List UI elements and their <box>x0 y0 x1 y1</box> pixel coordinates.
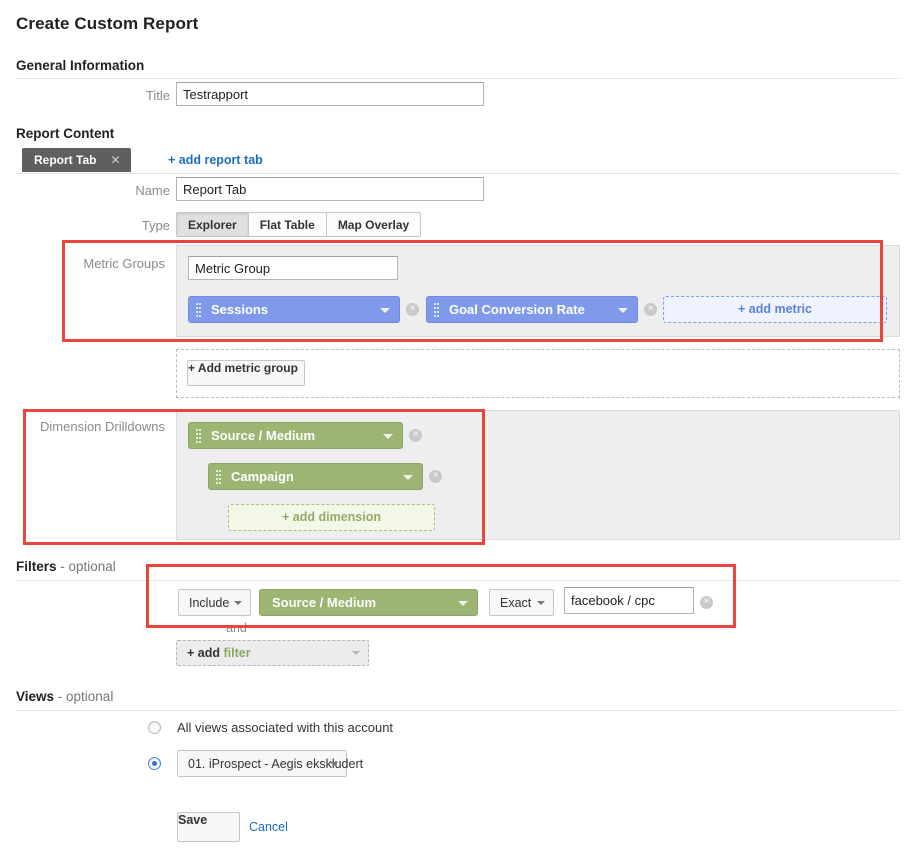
add-report-tab-link[interactable]: + add report tab <box>168 148 263 172</box>
type-label: Type <box>141 218 170 233</box>
radio-all-views-label: All views associated with this account <box>177 720 394 735</box>
filter-match-type-dropdown[interactable]: Exact <box>489 589 554 616</box>
report-title-input[interactable] <box>176 82 484 106</box>
remove-metric-sessions-button[interactable]: × <box>406 303 419 316</box>
chevron-down-icon[interactable] <box>403 474 413 480</box>
section-heading-filters: Filters - optional <box>16 559 116 574</box>
filter-include-dropdown-value: Include <box>189 595 230 610</box>
section-heading-general-information-text: General Information <box>16 58 145 73</box>
dimension-drilldowns-label: Dimension Drilldowns <box>40 419 165 434</box>
report-type-toggle-group: Explorer Flat Table Map Overlay <box>176 212 422 237</box>
tab-name-input[interactable] <box>176 177 484 201</box>
tab-name-label: Name <box>135 183 170 198</box>
metric-groups-label: Metric Groups <box>83 256 165 271</box>
metric-chip-sessions[interactable]: Sessions <box>188 296 400 323</box>
chevron-down-icon[interactable] <box>618 307 628 313</box>
filter-and-text: and <box>226 621 247 635</box>
section-heading-report-content: Report Content <box>16 126 114 141</box>
chevron-down-icon[interactable] <box>458 600 468 606</box>
remove-metric-goal-conversion-rate-button[interactable]: × <box>644 303 657 316</box>
remove-filter-button[interactable]: × <box>700 596 713 609</box>
metric-chip-goal-conversion-rate-label: Goal Conversion Rate <box>449 302 585 317</box>
close-icon[interactable]: ✕ <box>110 148 120 172</box>
section-heading-views: Views - optional <box>16 689 113 704</box>
report-tab-strip: Report Tab ✕ + add report tab <box>16 148 900 174</box>
report-tab-pill-label: Report Tab <box>34 153 97 167</box>
filter-dimension-chip[interactable]: Source / Medium <box>259 589 478 616</box>
remove-dimension-source-medium-button[interactable]: × <box>409 429 422 442</box>
filter-dimension-chip-label: Source / Medium <box>272 595 377 610</box>
view-select-dropdown[interactable]: 01. iProspect - Aegis ekskludert <box>177 750 363 777</box>
metric-chip-sessions-label: Sessions <box>211 302 269 317</box>
section-heading-views-text: Views <box>16 689 55 704</box>
drag-handle-icon[interactable] <box>434 303 439 318</box>
page-title: Create Custom Report <box>16 14 199 33</box>
section-heading-filters-optional: - optional <box>56 559 116 574</box>
create-custom-report-page: Create Custom Report General Information… <box>0 0 908 864</box>
report-type-explorer-button[interactable]: Explorer <box>176 212 249 237</box>
dimension-chip-campaign-label: Campaign <box>231 469 294 484</box>
add-filter-suffix: filter <box>223 646 251 660</box>
add-filter-prefix: + add <box>187 646 224 660</box>
dimension-chip-source-medium[interactable]: Source / Medium <box>188 422 403 449</box>
remove-dimension-campaign-button[interactable]: × <box>429 470 442 483</box>
title-label: Title <box>145 88 170 103</box>
section-heading-general-information: General Information <box>16 58 144 73</box>
radio-all-views[interactable] <box>148 721 161 734</box>
filter-expression-input[interactable] <box>564 587 694 614</box>
filter-include-dropdown[interactable]: Include <box>178 589 251 616</box>
drag-handle-icon[interactable] <box>196 429 201 444</box>
save-button[interactable]: Save <box>177 812 240 842</box>
divider-general-information <box>16 78 900 79</box>
report-type-flat-table-button[interactable]: Flat Table <box>248 212 327 237</box>
chevron-down-icon[interactable] <box>383 433 393 439</box>
cancel-link[interactable]: Cancel <box>249 820 288 834</box>
chevron-down-icon <box>537 600 545 605</box>
add-dimension-button[interactable]: + add dimension <box>228 504 435 531</box>
radio-specific-view[interactable] <box>148 757 161 770</box>
dimension-drilldowns-panel: Source / Medium × Campaign × + add dimen… <box>176 410 900 540</box>
report-tab-pill[interactable]: Report Tab ✕ <box>22 148 131 172</box>
report-type-map-overlay-button[interactable]: Map Overlay <box>326 212 422 237</box>
chevron-down-icon[interactable] <box>380 307 390 313</box>
add-metric-button[interactable]: + add metric <box>663 296 887 323</box>
chevron-down-icon <box>234 600 242 605</box>
dimension-chip-campaign[interactable]: Campaign <box>208 463 423 490</box>
drag-handle-icon[interactable] <box>196 303 201 318</box>
add-filter-button[interactable]: + add filter <box>176 640 369 666</box>
add-metric-group-button[interactable]: + Add metric group <box>187 360 305 386</box>
filter-match-type-dropdown-value: Exact <box>500 595 532 610</box>
metric-chip-goal-conversion-rate[interactable]: Goal Conversion Rate <box>426 296 638 323</box>
section-heading-filters-text: Filters <box>16 559 57 574</box>
chevron-down-icon <box>330 761 338 766</box>
add-metric-group-container: + Add metric group <box>176 349 900 398</box>
metric-group-name-input[interactable] <box>188 256 398 280</box>
divider-views <box>16 710 900 711</box>
drag-handle-icon[interactable] <box>216 470 221 485</box>
chevron-down-icon <box>352 651 360 655</box>
section-heading-report-content-text: Report Content <box>16 126 115 141</box>
divider-filters <box>16 580 900 581</box>
dimension-chip-source-medium-label: Source / Medium <box>211 428 316 443</box>
metric-groups-panel: Sessions × Goal Conversion Rate × + add … <box>176 245 900 337</box>
section-heading-views-optional: - optional <box>54 689 114 704</box>
